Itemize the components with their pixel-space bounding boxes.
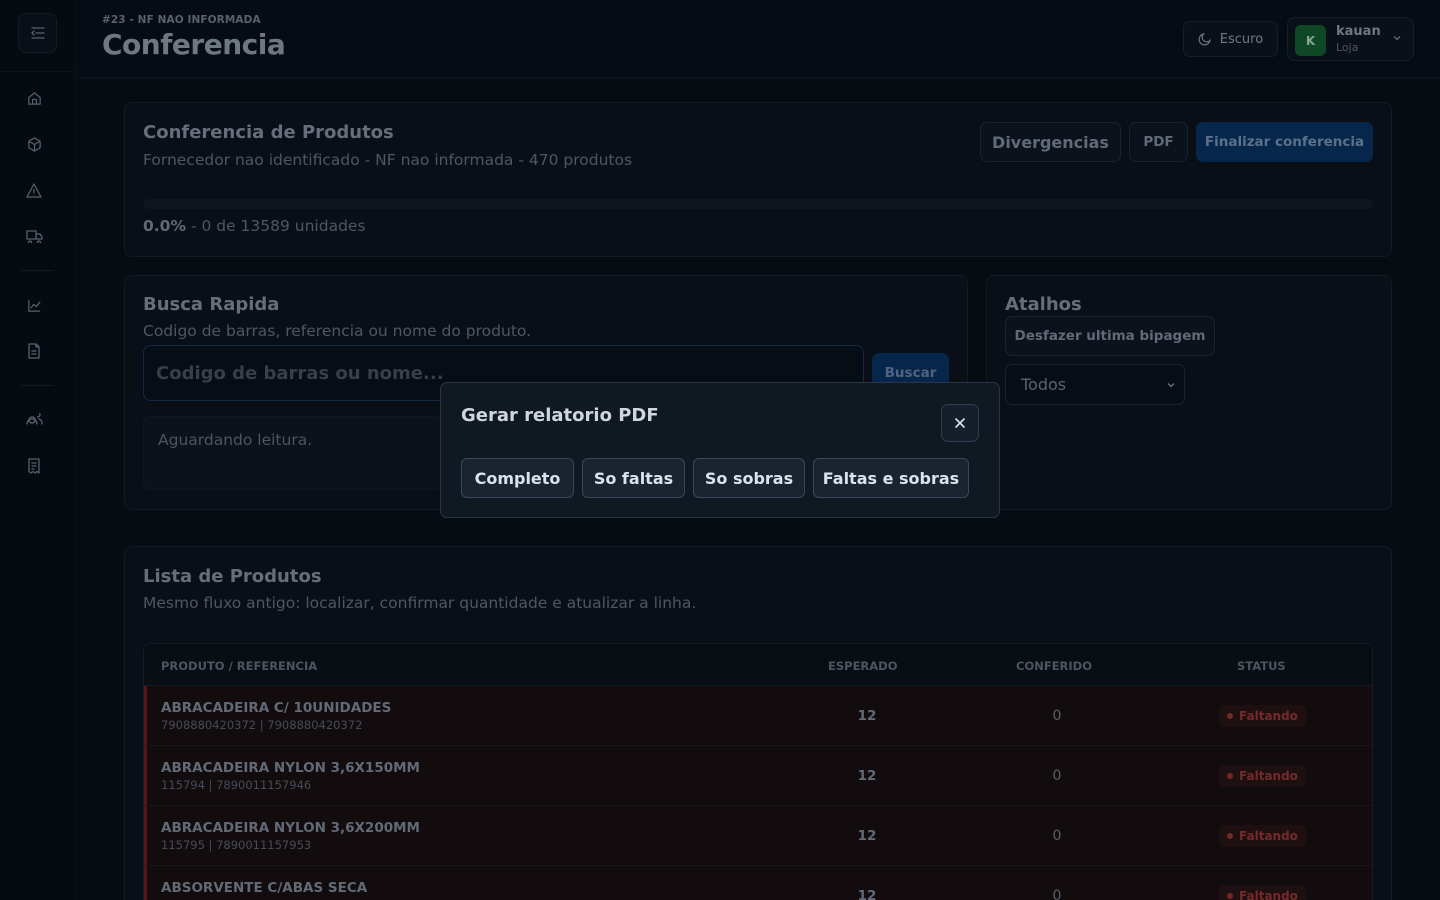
report-both-button[interactable]: Faltas e sobras — [813, 458, 969, 498]
report-complete-button[interactable]: Completo — [461, 458, 574, 498]
report-shortages-button[interactable]: So faltas — [582, 458, 685, 498]
close-icon — [955, 418, 965, 428]
pdf-report-modal: Gerar relatorio PDF Completo So faltas S… — [440, 382, 1000, 518]
modal-close-button[interactable] — [941, 404, 979, 442]
modal-title: Gerar relatorio PDF — [461, 405, 659, 426]
report-surplus-button[interactable]: So sobras — [693, 458, 805, 498]
